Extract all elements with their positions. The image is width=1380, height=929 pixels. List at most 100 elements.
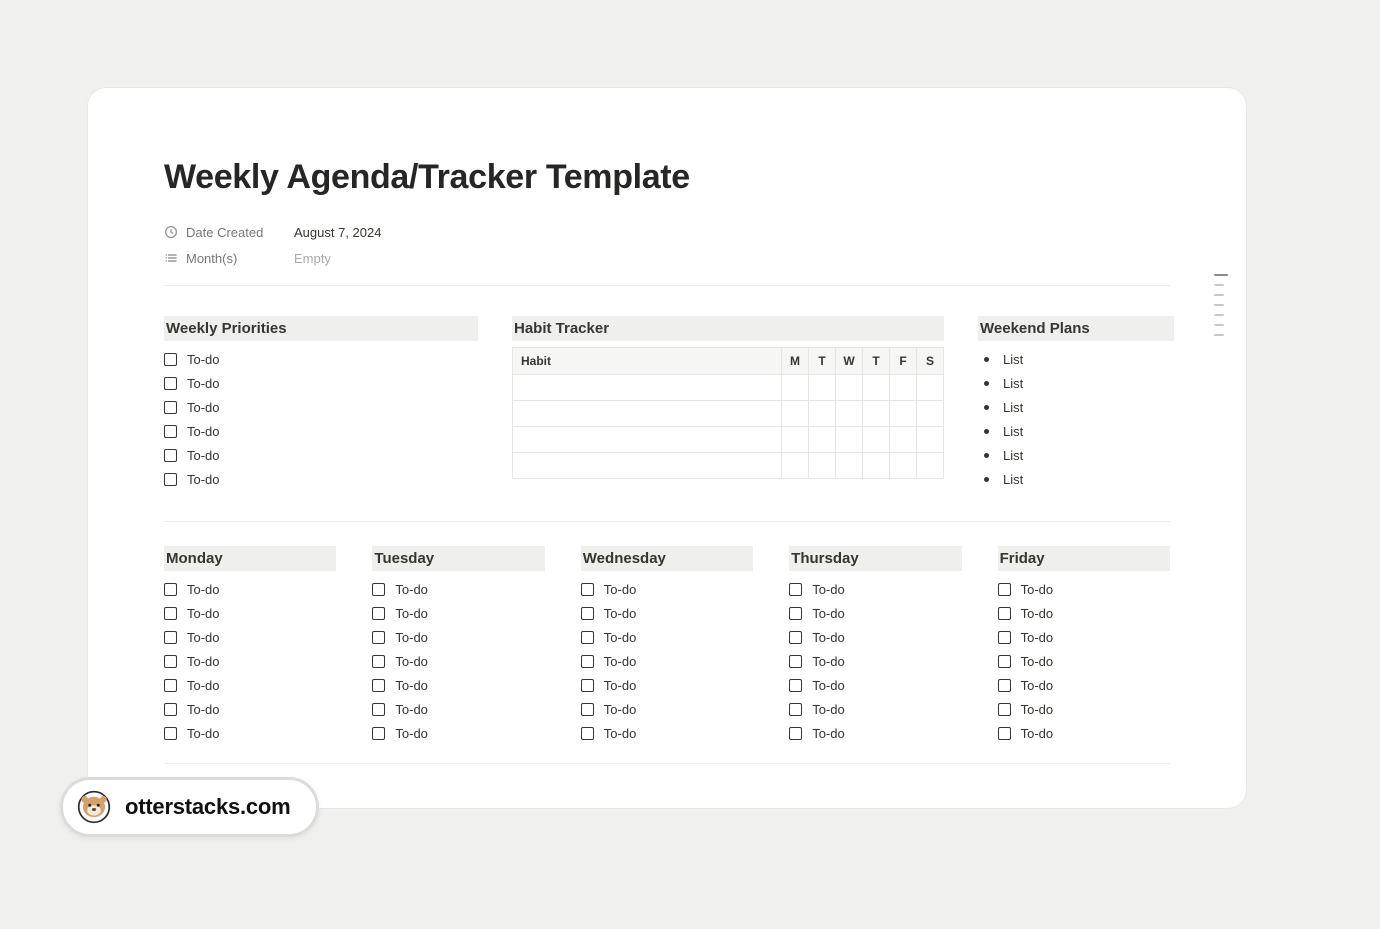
todo-text[interactable]: To-do bbox=[604, 630, 637, 645]
todo-text[interactable]: To-do bbox=[187, 606, 220, 621]
checkbox-icon[interactable] bbox=[164, 631, 177, 644]
checkbox-icon[interactable] bbox=[164, 583, 177, 596]
habit-day-cell[interactable] bbox=[863, 401, 890, 427]
todo-item[interactable]: To-do bbox=[581, 577, 753, 601]
todo-item[interactable]: To-do bbox=[164, 395, 478, 419]
checkbox-icon[interactable] bbox=[164, 353, 177, 366]
checkbox-icon[interactable] bbox=[372, 703, 385, 716]
checkbox-icon[interactable] bbox=[372, 631, 385, 644]
list-item[interactable]: List bbox=[978, 443, 1174, 467]
checkbox-icon[interactable] bbox=[998, 727, 1011, 740]
checkbox-icon[interactable] bbox=[998, 583, 1011, 596]
habit-day-cell[interactable] bbox=[890, 427, 917, 453]
todo-item[interactable]: To-do bbox=[998, 625, 1170, 649]
checkbox-icon[interactable] bbox=[164, 607, 177, 620]
list-text[interactable]: List bbox=[1003, 424, 1023, 439]
todo-item[interactable]: To-do bbox=[789, 721, 961, 745]
todo-text[interactable]: To-do bbox=[812, 678, 845, 693]
todo-item[interactable]: To-do bbox=[164, 347, 478, 371]
todo-text[interactable]: To-do bbox=[604, 654, 637, 669]
checkbox-icon[interactable] bbox=[581, 679, 594, 692]
todo-item[interactable]: To-do bbox=[789, 577, 961, 601]
todo-text[interactable]: To-do bbox=[187, 448, 220, 463]
list-item[interactable]: List bbox=[978, 347, 1174, 371]
todo-text[interactable]: To-do bbox=[812, 726, 845, 741]
checkbox-icon[interactable] bbox=[372, 655, 385, 668]
habit-day-cell[interactable] bbox=[917, 427, 944, 453]
todo-text[interactable]: To-do bbox=[1021, 606, 1054, 621]
checkbox-icon[interactable] bbox=[372, 727, 385, 740]
todo-item[interactable]: To-do bbox=[998, 721, 1170, 745]
checkbox-icon[interactable] bbox=[789, 727, 802, 740]
habit-day-cell[interactable] bbox=[917, 401, 944, 427]
todo-item[interactable]: To-do bbox=[581, 625, 753, 649]
todo-item[interactable]: To-do bbox=[789, 649, 961, 673]
checkbox-icon[interactable] bbox=[164, 377, 177, 390]
habit-row[interactable] bbox=[513, 375, 944, 401]
checkbox-icon[interactable] bbox=[789, 607, 802, 620]
todo-item[interactable]: To-do bbox=[581, 673, 753, 697]
habit-day-cell[interactable] bbox=[782, 401, 809, 427]
todo-item[interactable]: To-do bbox=[164, 443, 478, 467]
habit-day-cell[interactable] bbox=[890, 375, 917, 401]
checkbox-icon[interactable] bbox=[789, 631, 802, 644]
todo-text[interactable]: To-do bbox=[395, 702, 428, 717]
habit-day-cell[interactable] bbox=[917, 453, 944, 479]
todo-text[interactable]: To-do bbox=[604, 726, 637, 741]
todo-text[interactable]: To-do bbox=[187, 654, 220, 669]
list-text[interactable]: List bbox=[1003, 472, 1023, 487]
todo-text[interactable]: To-do bbox=[395, 582, 428, 597]
todo-text[interactable]: To-do bbox=[395, 678, 428, 693]
todo-text[interactable]: To-do bbox=[812, 582, 845, 597]
checkbox-icon[interactable] bbox=[998, 655, 1011, 668]
todo-text[interactable]: To-do bbox=[187, 400, 220, 415]
checkbox-icon[interactable] bbox=[581, 655, 594, 668]
habit-day-cell[interactable] bbox=[863, 453, 890, 479]
todo-text[interactable]: To-do bbox=[1021, 582, 1054, 597]
list-item[interactable]: List bbox=[978, 419, 1174, 443]
todo-item[interactable]: To-do bbox=[372, 601, 544, 625]
todo-text[interactable]: To-do bbox=[1021, 702, 1054, 717]
todo-text[interactable]: To-do bbox=[187, 582, 220, 597]
habit-day-cell[interactable] bbox=[836, 427, 863, 453]
todo-item[interactable]: To-do bbox=[372, 577, 544, 601]
habit-day-cell[interactable] bbox=[782, 375, 809, 401]
checkbox-icon[interactable] bbox=[998, 679, 1011, 692]
todo-text[interactable]: To-do bbox=[187, 352, 220, 367]
todo-item[interactable]: To-do bbox=[164, 625, 336, 649]
todo-item[interactable]: To-do bbox=[372, 625, 544, 649]
checkbox-icon[interactable] bbox=[581, 607, 594, 620]
habit-day-cell[interactable] bbox=[809, 453, 836, 479]
todo-text[interactable]: To-do bbox=[187, 424, 220, 439]
habit-day-cell[interactable] bbox=[809, 427, 836, 453]
todo-text[interactable]: To-do bbox=[187, 678, 220, 693]
habit-day-cell[interactable] bbox=[782, 427, 809, 453]
list-text[interactable]: List bbox=[1003, 448, 1023, 463]
checkbox-icon[interactable] bbox=[998, 607, 1011, 620]
habit-cell[interactable] bbox=[513, 427, 782, 453]
watermark-badge[interactable]: otterstacks.com bbox=[60, 777, 319, 837]
checkbox-icon[interactable] bbox=[998, 631, 1011, 644]
todo-item[interactable]: To-do bbox=[164, 419, 478, 443]
list-text[interactable]: List bbox=[1003, 352, 1023, 367]
todo-text[interactable]: To-do bbox=[604, 606, 637, 621]
habit-day-cell[interactable] bbox=[809, 375, 836, 401]
checkbox-icon[interactable] bbox=[581, 727, 594, 740]
todo-text[interactable]: To-do bbox=[812, 654, 845, 669]
list-item[interactable]: List bbox=[978, 395, 1174, 419]
list-item[interactable]: List bbox=[978, 371, 1174, 395]
habit-day-cell[interactable] bbox=[782, 453, 809, 479]
checkbox-icon[interactable] bbox=[164, 655, 177, 668]
property-row-months[interactable]: Month(s) Empty bbox=[164, 245, 1170, 271]
habit-day-cell[interactable] bbox=[836, 375, 863, 401]
habit-row[interactable] bbox=[513, 453, 944, 479]
property-row-date-created[interactable]: Date Created August 7, 2024 bbox=[164, 219, 1170, 245]
todo-item[interactable]: To-do bbox=[789, 601, 961, 625]
todo-text[interactable]: To-do bbox=[1021, 678, 1054, 693]
checkbox-icon[interactable] bbox=[998, 703, 1011, 716]
checkbox-icon[interactable] bbox=[164, 703, 177, 716]
todo-item[interactable]: To-do bbox=[164, 697, 336, 721]
habit-row[interactable] bbox=[513, 427, 944, 453]
list-item[interactable]: List bbox=[978, 467, 1174, 491]
todo-text[interactable]: To-do bbox=[187, 630, 220, 645]
